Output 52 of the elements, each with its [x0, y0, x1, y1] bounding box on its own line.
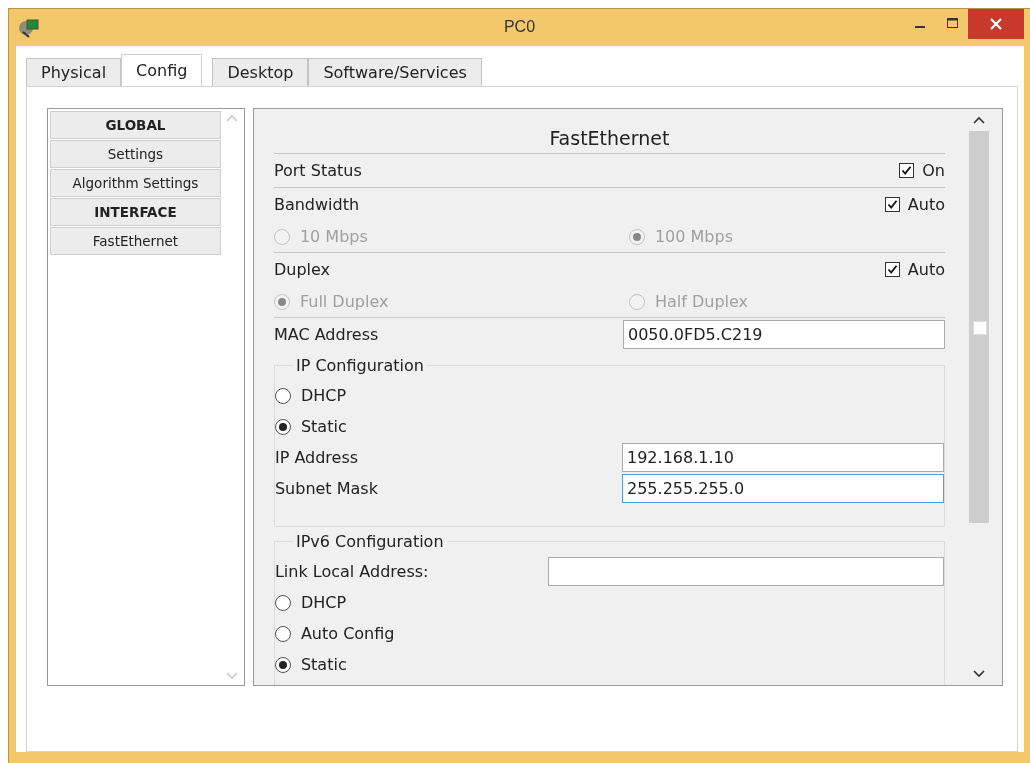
- field-label: MAC Address: [273, 325, 379, 344]
- checkbox-label: Auto: [907, 260, 945, 279]
- radio-button[interactable]: [274, 387, 291, 404]
- text-field[interactable]: 255.255.255.0: [622, 474, 944, 503]
- tab[interactable]: Config: [121, 54, 203, 86]
- panel-title: FastEthernet: [549, 127, 670, 149]
- sidebar-item[interactable]: Settings: [50, 140, 221, 168]
- radio-label: Auto Config: [300, 624, 395, 643]
- checkbox-label: On: [922, 161, 945, 180]
- scrollbar-thumb[interactable]: [968, 131, 989, 523]
- field-label: Subnet Mask: [274, 479, 378, 498]
- close-button[interactable]: [968, 9, 1024, 39]
- radio-button[interactable]: [274, 656, 291, 673]
- radio-label: 10 Mbps: [299, 227, 368, 246]
- field-label: Port Status: [273, 161, 362, 180]
- checkbox[interactable]: [884, 262, 900, 277]
- text-field[interactable]: 192.168.1.10: [622, 443, 944, 472]
- checkbox[interactable]: [899, 163, 915, 178]
- maximize-icon: [946, 18, 958, 28]
- sidebar-item[interactable]: FastEthernet: [50, 227, 221, 255]
- radio-label: DHCP: [300, 593, 347, 612]
- field-label: Link Local Address:: [274, 562, 429, 581]
- group-title: IPv6 Configuration: [292, 532, 447, 551]
- window-title: PC0: [503, 18, 536, 36]
- tab[interactable]: Physical: [26, 58, 122, 86]
- radio-button[interactable]: [274, 418, 291, 435]
- text-field[interactable]: 0050.0FD5.C219: [623, 320, 945, 349]
- checkbox-label: Auto: [907, 195, 945, 214]
- sidebar-item[interactable]: Algorithm Settings: [50, 169, 221, 197]
- section-header[interactable]: INTERFACE: [50, 198, 221, 226]
- radio-button[interactable]: [274, 594, 291, 611]
- group-title: IP Configuration: [292, 356, 427, 375]
- field-label: Duplex: [273, 260, 330, 279]
- radio-button[interactable]: [274, 625, 291, 642]
- field-label: IP Address: [274, 448, 359, 467]
- radio-label: Full Duplex: [299, 292, 389, 311]
- tab[interactable]: Software/Services: [308, 58, 482, 86]
- radio-label: DHCP: [300, 386, 347, 405]
- minimize-icon: [915, 26, 925, 28]
- radio-label: Half Duplex: [654, 292, 748, 311]
- tab[interactable]: Desktop: [212, 58, 309, 86]
- radio-label: 100 Mbps: [654, 227, 733, 246]
- field-label: Bandwidth: [273, 195, 360, 214]
- section-header[interactable]: GLOBAL: [50, 111, 221, 139]
- scroll-down-icon[interactable]: [971, 669, 986, 679]
- close-icon: [990, 18, 1002, 30]
- radio-label: Static: [300, 655, 347, 674]
- text-field[interactable]: [548, 557, 944, 586]
- app-icon: [17, 16, 41, 39]
- checkbox[interactable]: [884, 197, 900, 212]
- scroll-up-icon[interactable]: [971, 115, 986, 125]
- radio-label: Static: [300, 417, 347, 436]
